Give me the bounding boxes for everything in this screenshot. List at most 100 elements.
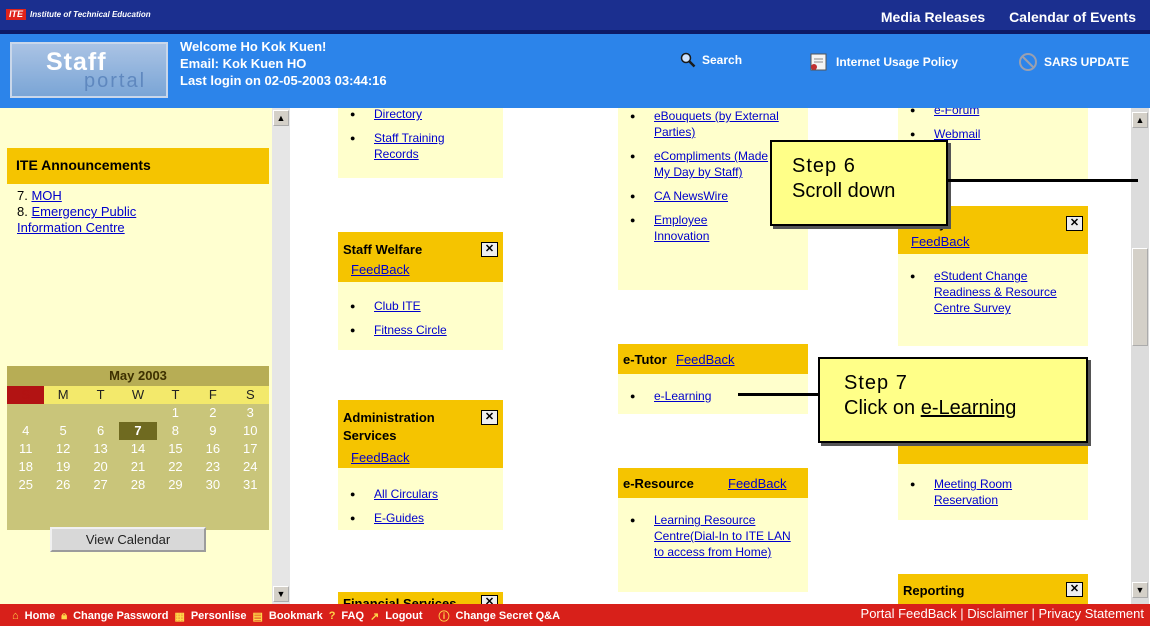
scroll-up-arrow-icon[interactable]: ▲ <box>1132 112 1148 128</box>
calendar-day[interactable]: 6 <box>82 422 119 440</box>
ecompliments-link[interactable]: eCompliments (Made My Day by Staff) <box>618 148 783 180</box>
ite-logo[interactable]: ITE Institute of Technical Education <box>6 9 151 20</box>
calendar-day[interactable]: 19 <box>44 458 81 476</box>
close-icon[interactable]: ✕ <box>1066 582 1083 597</box>
footer-links: ⌂ Home 🔒︎ Change Password ▦ Personlise ▤ Boo… <box>12 608 560 624</box>
calendar-day-header: T <box>156 386 195 404</box>
calendar-day[interactable]: 26 <box>44 476 81 494</box>
learning-resource-centre-link[interactable]: Learning Resource Centre(Dial-In to ITE … <box>618 512 798 560</box>
email-text: Email: Kok Kuen HO <box>180 56 307 71</box>
close-icon[interactable]: ✕ <box>481 242 498 257</box>
directory-link[interactable]: Directory <box>338 108 503 122</box>
left-scrollbar[interactable]: ▲ ▼ <box>272 108 290 604</box>
sars-label: SARS UPDATE <box>1044 55 1130 69</box>
fitness-circle-link[interactable]: Fitness Circle <box>338 322 503 338</box>
personalise-icon: ▦ <box>174 610 185 623</box>
calendar-day[interactable]: 4 <box>7 422 44 440</box>
footer-home-link[interactable]: Home <box>25 610 56 622</box>
footer-right-links[interactable]: Portal FeedBack | Disclaimer | Privacy S… <box>861 606 1144 621</box>
announcement-link-emergency[interactable]: Emergency Public Information Centre <box>17 204 136 235</box>
calendar-day[interactable]: 7 <box>119 422 157 440</box>
calendar-day[interactable]: 8 <box>157 422 194 440</box>
calendar-day[interactable]: 31 <box>232 476 269 494</box>
calendar-day[interactable]: 18 <box>7 458 44 476</box>
calendar-day[interactable]: 24 <box>232 458 269 476</box>
step7-callout: Step 7 Click on e-Learning <box>818 357 1088 443</box>
admin-services-feedback-link[interactable]: FeedBack <box>351 450 410 465</box>
staff-portal-logo[interactable]: Staff portal <box>10 42 168 98</box>
search-label: Search <box>702 53 743 67</box>
club-ite-link[interactable]: Club ITE <box>338 298 503 314</box>
calendar-blank-cell <box>119 404 156 422</box>
footer-personalise-link[interactable]: Personlise <box>191 610 247 622</box>
search-link[interactable]: Search <box>680 52 742 68</box>
scroll-up-arrow-icon[interactable]: ▲ <box>273 110 289 126</box>
calendar-day[interactable]: 22 <box>157 458 194 476</box>
footer-bookmark-link[interactable]: Bookmark <box>269 610 323 622</box>
calendar-day[interactable]: 3 <box>232 404 269 422</box>
calendar-day[interactable]: 30 <box>194 476 231 494</box>
calendar-day[interactable]: 28 <box>119 476 156 494</box>
calendar-day[interactable]: 21 <box>119 458 156 476</box>
survey-list: eStudent Change Readiness & Resource Cen… <box>898 268 1088 324</box>
etutor-title: e-Tutor <box>623 352 667 367</box>
staff-welfare-feedback-link[interactable]: FeedBack <box>351 262 410 277</box>
eresource-header: e-Resource FeedBack <box>618 468 808 498</box>
ebouquets-link[interactable]: eBouquets (by External Parties) <box>618 108 783 140</box>
home-icon: ⌂ <box>12 610 19 622</box>
reporting-title: Reporting <box>903 583 965 598</box>
staff-welfare-panel: Staff Welfare FeedBack ✕ Club ITE Fitnes… <box>338 232 503 350</box>
media-releases-link[interactable]: Media Releases <box>881 9 985 25</box>
meeting-room-reservation-link[interactable]: Meeting Room Reservation <box>898 476 1048 508</box>
calendar-day[interactable]: 20 <box>82 458 119 476</box>
calendar-blank-cell <box>82 404 119 422</box>
footer-logout-link[interactable]: Logout <box>385 610 422 622</box>
calendar-day[interactable]: 25 <box>7 476 44 494</box>
close-icon[interactable]: ✕ <box>481 410 498 425</box>
employee-innovation-link[interactable]: Employee Innovation <box>618 212 738 244</box>
footer-faq-link[interactable]: FAQ <box>341 610 364 622</box>
calendar-day[interactable]: 9 <box>194 422 231 440</box>
calendar-day[interactable]: 15 <box>157 440 194 458</box>
calendar-day[interactable]: 13 <box>82 440 119 458</box>
survey-feedback-link[interactable]: FeedBack <box>911 234 970 249</box>
scroll-down-arrow-icon[interactable]: ▼ <box>1132 582 1148 598</box>
scroll-down-arrow-icon[interactable]: ▼ <box>273 586 289 602</box>
e-forum-link[interactable]: e-Forum <box>898 108 1088 118</box>
eresource-feedback-link[interactable]: FeedBack <box>728 476 787 491</box>
announcement-link-moh[interactable]: MOH <box>31 188 61 203</box>
right-scrollbar[interactable]: ▲ ▼ <box>1131 108 1149 604</box>
etutor-feedback-link[interactable]: FeedBack <box>676 352 735 367</box>
e-learning-link[interactable]: e-Learning <box>618 388 808 404</box>
footer-change-password-link[interactable]: Change Password <box>73 610 168 622</box>
footer-change-secret-qa-link[interactable]: Change Secret Q&A <box>456 610 561 622</box>
calendar-widget: May 2003 S M T W T F S 1 2 3 4 5 6 7 8 9 10 11 12 13… <box>7 366 269 530</box>
close-icon[interactable]: ✕ <box>481 595 498 604</box>
internet-usage-policy-link[interactable]: Internet Usage Policy <box>808 52 958 72</box>
e-guides-link[interactable]: E-Guides <box>338 510 503 526</box>
main-content: Directory Staff Training Records Staff W… <box>290 108 1130 604</box>
estudent-survey-link[interactable]: eStudent Change Readiness & Resource Cen… <box>898 268 1058 316</box>
calendar-day[interactable]: 17 <box>232 440 269 458</box>
staff-training-link[interactable]: Staff Training Records <box>338 130 478 162</box>
calendar-day[interactable]: 11 <box>7 440 44 458</box>
calendar-day[interactable]: 10 <box>232 422 269 440</box>
calendar-day[interactable]: 12 <box>44 440 81 458</box>
calendar-day[interactable]: 5 <box>44 422 81 440</box>
header: Staff portal Welcome Ho Kok Kuen! Email:… <box>0 30 1150 108</box>
calendar-day[interactable]: 16 <box>194 440 231 458</box>
reporting-header: Reporting ✕ <box>898 574 1088 604</box>
calendar-day[interactable]: 27 <box>82 476 119 494</box>
scrollbar-thumb[interactable] <box>1132 248 1148 346</box>
calendar-of-events-link[interactable]: Calendar of Events <box>1009 9 1136 25</box>
calendar-day[interactable]: 1 <box>157 404 194 422</box>
calendar-day[interactable]: 2 <box>194 404 231 422</box>
all-circulars-link[interactable]: All Circulars <box>338 486 503 502</box>
calendar-day[interactable]: 29 <box>157 476 194 494</box>
calendar-day[interactable]: 14 <box>119 440 156 458</box>
sars-update-link[interactable]: SARS UPDATE <box>1018 52 1129 72</box>
calendar-day[interactable]: 23 <box>194 458 231 476</box>
close-icon[interactable]: ✕ <box>1066 216 1083 231</box>
staff-welfare-title: Staff Welfare <box>343 242 423 257</box>
view-calendar-button[interactable]: View Calendar <box>50 527 206 552</box>
